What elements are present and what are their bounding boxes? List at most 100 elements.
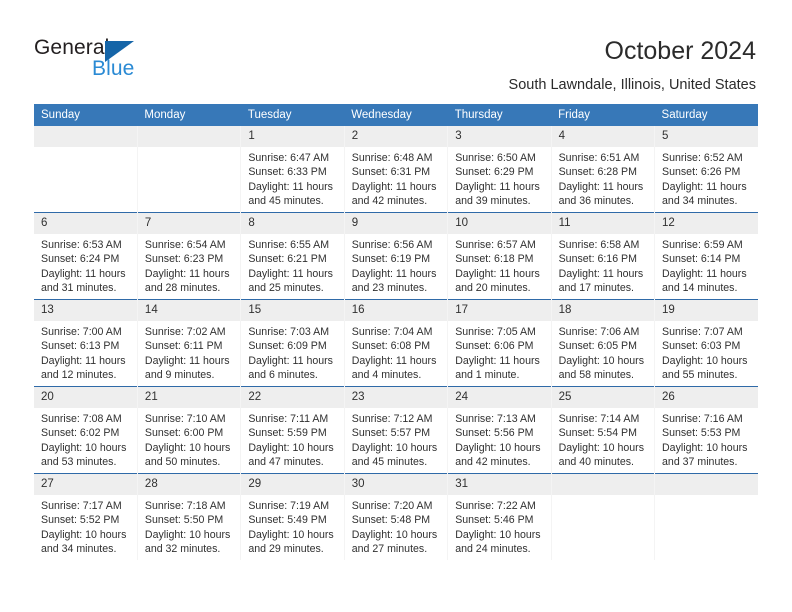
weekday-header-monday: Monday xyxy=(137,104,241,126)
day-details: Sunrise: 6:53 AM Sunset: 6:24 PM Daylight:… xyxy=(34,234,137,296)
sunset-time: Sunset: 6:11 PM xyxy=(144,340,223,353)
page-header: General Blue October 2024 South Lawndale… xyxy=(0,0,792,104)
daylight-duration-line2: and 12 minutes. xyxy=(41,369,117,382)
day-number: 18 xyxy=(551,300,655,321)
daylight-duration-line1: Daylight: 11 hours xyxy=(662,267,747,280)
calendar-week-row: 1 Sunrise: 6:47 AM Sunset: 6:33 PM Daylight… xyxy=(34,126,758,213)
sunrise-time: Sunrise: 6:56 AM xyxy=(351,239,433,251)
calendar-day-cell[interactable]: 2 Sunrise: 6:48 AM Sunset: 6:31 PM Daylight… xyxy=(343,126,448,213)
sunrise-time: Sunrise: 7:10 AM xyxy=(144,413,226,425)
day-number xyxy=(34,126,137,147)
calendar-day-cell[interactable]: 18 Sunrise: 7:06 AM Sunset: 6:05 PM Dayligh… xyxy=(550,299,655,387)
calendar-day-cell[interactable]: 5 Sunrise: 6:52 AM Sunset: 6:26 PM Daylight… xyxy=(654,126,758,213)
daylight-duration-line1: Daylight: 10 hours xyxy=(662,441,748,454)
daylight-duration-line2: and 20 minutes. xyxy=(455,282,531,295)
sunrise-time: Sunrise: 7:19 AM xyxy=(248,500,330,512)
daylight-duration-line1: Daylight: 11 hours xyxy=(144,354,230,367)
day-details: Sunrise: 7:20 AM Sunset: 5:48 PM Daylight:… xyxy=(345,495,447,557)
daylight-duration-line2: and 42 minutes. xyxy=(351,195,428,208)
sunrise-time: Sunrise: 7:12 AM xyxy=(351,413,433,425)
calendar-day-cell[interactable]: 3 Sunrise: 6:50 AM Sunset: 6:29 PM Daylight… xyxy=(447,126,552,213)
calendar-day-cell[interactable]: 21 Sunrise: 7:10 AM Sunset: 6:00 PM Dayligh… xyxy=(136,386,241,474)
weekday-header-tuesday: Tuesday xyxy=(240,104,345,126)
day-details: Sunrise: 6:57 AM Sunset: 6:18 PM Daylight:… xyxy=(448,234,550,296)
calendar-day-cell[interactable]: 11 Sunrise: 6:58 AM Sunset: 6:16 PM Dayligh… xyxy=(550,212,655,300)
daylight-duration-line1: Daylight: 11 hours xyxy=(41,267,126,280)
day-details: Sunrise: 7:18 AM Sunset: 5:50 PM Daylight:… xyxy=(138,495,240,557)
day-number: 20 xyxy=(34,387,137,408)
calendar-day-cell[interactable]: 7 Sunrise: 6:54 AM Sunset: 6:23 PM Daylight… xyxy=(136,212,241,300)
sunset-time: Sunset: 6:24 PM xyxy=(41,253,120,266)
calendar-day-cell[interactable]: 30 Sunrise: 7:20 AM Sunset: 5:48 PM Dayligh… xyxy=(343,473,448,560)
day-number: 22 xyxy=(241,387,344,408)
day-details: Sunrise: 7:02 AM Sunset: 6:11 PM Daylight:… xyxy=(138,321,240,383)
calendar-day-cell[interactable]: 23 Sunrise: 7:12 AM Sunset: 5:57 PM Dayligh… xyxy=(343,386,448,474)
daylight-duration-line1: Daylight: 11 hours xyxy=(558,267,644,280)
daylight-duration-line1: Daylight: 10 hours xyxy=(558,354,644,367)
daylight-duration-line1: Daylight: 10 hours xyxy=(455,441,541,454)
daylight-duration-line2: and 14 minutes. xyxy=(662,282,738,295)
daylight-duration-line2: and 17 minutes. xyxy=(558,282,634,295)
daylight-duration-line1: Daylight: 11 hours xyxy=(248,354,333,367)
calendar-day-cell-empty xyxy=(654,473,758,560)
calendar-day-cell[interactable]: 14 Sunrise: 7:02 AM Sunset: 6:11 PM Dayligh… xyxy=(136,299,241,387)
day-details: Sunrise: 6:47 AM Sunset: 6:33 PM Daylight:… xyxy=(241,147,343,209)
calendar-day-cell[interactable]: 26 Sunrise: 7:16 AM Sunset: 5:53 PM Dayligh… xyxy=(654,386,758,474)
calendar-day-cell[interactable]: 29 Sunrise: 7:19 AM Sunset: 5:49 PM Dayligh… xyxy=(240,473,345,560)
calendar-day-cell[interactable]: 20 Sunrise: 7:08 AM Sunset: 6:02 PM Dayligh… xyxy=(34,386,138,474)
general-blue-logo[interactable]: General Blue xyxy=(34,36,214,86)
sunset-time: Sunset: 6:16 PM xyxy=(558,253,637,266)
calendar-day-cell[interactable]: 9 Sunrise: 6:56 AM Sunset: 6:19 PM Daylight… xyxy=(343,212,448,300)
calendar-day-cell[interactable]: 19 Sunrise: 7:07 AM Sunset: 6:03 PM Dayligh… xyxy=(654,299,758,387)
sunrise-time: Sunrise: 7:04 AM xyxy=(351,326,433,338)
daylight-duration-line2: and 50 minutes. xyxy=(144,456,221,469)
day-details: Sunrise: 6:48 AM Sunset: 6:31 PM Daylight:… xyxy=(345,147,447,209)
day-details: Sunrise: 7:03 AM Sunset: 6:09 PM Daylight:… xyxy=(241,321,343,383)
day-details: Sunrise: 6:56 AM Sunset: 6:19 PM Daylight:… xyxy=(345,234,447,296)
calendar-day-cell[interactable]: 10 Sunrise: 6:57 AM Sunset: 6:18 PM Dayligh… xyxy=(447,212,552,300)
sunrise-time: Sunrise: 6:57 AM xyxy=(455,239,536,251)
daylight-duration-line2: and 37 minutes. xyxy=(662,456,738,469)
calendar-day-cell[interactable]: 12 Sunrise: 6:59 AM Sunset: 6:14 PM Dayligh… xyxy=(654,212,758,300)
daylight-duration-line1: Daylight: 11 hours xyxy=(248,180,333,193)
day-details: Sunrise: 7:17 AM Sunset: 5:52 PM Daylight:… xyxy=(34,495,137,557)
calendar-day-cell[interactable]: 22 Sunrise: 7:11 AM Sunset: 5:59 PM Dayligh… xyxy=(240,386,345,474)
day-number: 14 xyxy=(137,300,241,321)
daylight-duration-line1: Daylight: 11 hours xyxy=(662,180,747,193)
calendar-day-cell[interactable]: 1 Sunrise: 6:47 AM Sunset: 6:33 PM Daylight… xyxy=(240,126,345,213)
calendar-day-cell[interactable]: 27 Sunrise: 7:17 AM Sunset: 5:52 PM Dayligh… xyxy=(34,473,138,560)
day-number: 13 xyxy=(34,300,137,321)
calendar-table: Sunday Monday Tuesday Wednesday Thursday… xyxy=(34,104,758,560)
daylight-duration-line1: Daylight: 11 hours xyxy=(558,180,644,193)
calendar-day-cell[interactable]: 6 Sunrise: 6:53 AM Sunset: 6:24 PM Daylight… xyxy=(34,212,138,300)
sunrise-time: Sunrise: 7:14 AM xyxy=(558,413,640,425)
day-details: Sunrise: 7:10 AM Sunset: 6:00 PM Daylight:… xyxy=(138,408,240,470)
day-number: 7 xyxy=(137,213,241,234)
sunset-time: Sunset: 6:03 PM xyxy=(662,340,741,353)
daylight-duration-line1: Daylight: 11 hours xyxy=(351,180,437,193)
calendar-day-cell[interactable]: 4 Sunrise: 6:51 AM Sunset: 6:28 PM Daylight… xyxy=(550,126,655,213)
sunset-time: Sunset: 6:06 PM xyxy=(455,340,534,353)
calendar-day-cell[interactable]: 25 Sunrise: 7:14 AM Sunset: 5:54 PM Dayligh… xyxy=(550,386,655,474)
calendar-day-cell[interactable]: 16 Sunrise: 7:04 AM Sunset: 6:08 PM Dayligh… xyxy=(343,299,448,387)
daylight-duration-line1: Daylight: 11 hours xyxy=(144,267,230,280)
sunrise-time: Sunrise: 7:13 AM xyxy=(455,413,536,425)
calendar-day-cell[interactable]: 15 Sunrise: 7:03 AM Sunset: 6:09 PM Dayligh… xyxy=(240,299,345,387)
day-details: Sunrise: 7:22 AM Sunset: 5:46 PM Daylight:… xyxy=(448,495,550,557)
sunset-time: Sunset: 5:54 PM xyxy=(558,427,637,440)
day-details: Sunrise: 7:19 AM Sunset: 5:49 PM Daylight:… xyxy=(241,495,343,557)
calendar-day-cell[interactable]: 13 Sunrise: 7:00 AM Sunset: 6:13 PM Dayligh… xyxy=(34,299,138,387)
day-number: 10 xyxy=(448,213,551,234)
sunrise-time: Sunrise: 6:58 AM xyxy=(558,239,640,251)
calendar-day-cell[interactable]: 28 Sunrise: 7:18 AM Sunset: 5:50 PM Dayligh… xyxy=(136,473,241,560)
calendar-day-cell[interactable]: 8 Sunrise: 6:55 AM Sunset: 6:21 PM Daylight… xyxy=(240,212,345,300)
sunset-time: Sunset: 5:56 PM xyxy=(455,427,534,440)
daylight-duration-line2: and 25 minutes. xyxy=(248,282,324,295)
calendar-day-cell[interactable]: 31 Sunrise: 7:22 AM Sunset: 5:46 PM Dayligh… xyxy=(447,473,552,560)
daylight-duration-line2: and 9 minutes. xyxy=(144,369,215,382)
calendar-day-cell[interactable]: 24 Sunrise: 7:13 AM Sunset: 5:56 PM Dayligh… xyxy=(447,386,552,474)
day-number: 27 xyxy=(34,474,137,495)
weekday-header-row: Sunday Monday Tuesday Wednesday Thursday… xyxy=(34,104,758,126)
calendar-day-cell[interactable]: 17 Sunrise: 7:05 AM Sunset: 6:06 PM Dayligh… xyxy=(447,299,552,387)
sunset-time: Sunset: 6:13 PM xyxy=(41,340,120,353)
